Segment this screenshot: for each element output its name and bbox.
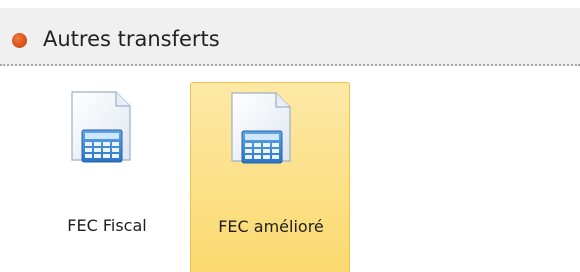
orange-dot-icon	[12, 33, 27, 48]
tile-label: FEC Fiscal	[67, 216, 147, 235]
calculator-document-icon	[231, 92, 291, 164]
section-header-autres-transferts: Autres transferts	[0, 8, 580, 66]
section-title: Autres transferts	[43, 27, 220, 51]
fec-ameliore-button[interactable]: FEC amélioré	[190, 82, 350, 272]
fec-fiscal-button[interactable]: FEC Fiscal	[27, 82, 187, 272]
calculator-document-icon	[71, 91, 131, 163]
tile-label: FEC amélioré	[218, 217, 324, 236]
